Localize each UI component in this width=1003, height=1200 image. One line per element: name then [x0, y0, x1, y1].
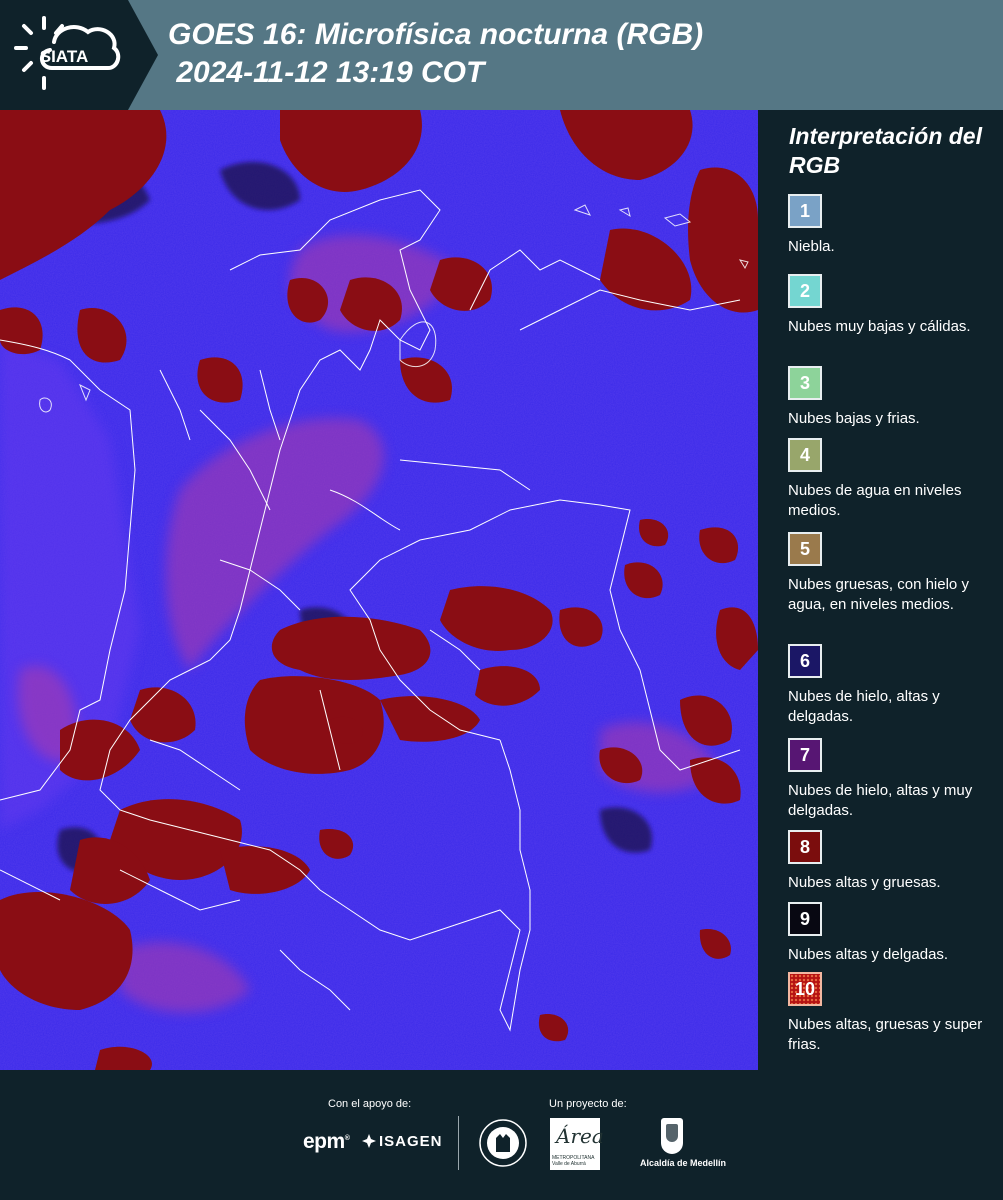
siata-sun-icon: SIATA	[14, 16, 121, 90]
legend-item-9: 9 Nubes altas y delgadas.	[788, 902, 998, 965]
legend-item-8: 8 Nubes altas y gruesas.	[788, 830, 998, 893]
legend-item-label: Nubes altas y gruesas.	[788, 874, 941, 891]
map-frame	[758, 110, 776, 1070]
page-title: GOES 16: Microfísica nocturna (RGB) 2024…	[168, 16, 703, 92]
legend-item-label: Nubes altas, gruesas y super frias.	[788, 1016, 983, 1053]
legend-item-label: Nubes gruesas, con hielo y agua, en nive…	[788, 576, 969, 613]
legend-swatch: 9	[788, 902, 822, 936]
legend-swatch: 4	[788, 438, 822, 472]
legend-item-label: Nubes de hielo, altas y muy delgadas.	[788, 782, 973, 819]
legend-item-label: Niebla.	[788, 238, 835, 255]
legend-item-1: 1 Niebla.	[788, 194, 998, 257]
legend-swatch: 2	[788, 274, 822, 308]
legend-swatch: 6	[788, 644, 822, 678]
legend-item-4: 4 Nubes de agua en niveles medios.	[788, 438, 998, 521]
svg-text:SIATA: SIATA	[40, 47, 88, 66]
title-line-1: GOES 16: Microfísica nocturna (RGB)	[168, 18, 704, 51]
footer-divider	[458, 1116, 459, 1170]
legend-item-3: 3 Nubes bajas y frias.	[788, 366, 998, 429]
medellin-crest-icon	[661, 1118, 683, 1154]
isagen-mark-icon	[362, 1134, 376, 1148]
legend-swatch: 8	[788, 830, 822, 864]
alcaldia-medellin-logo: Alcaldía de Medellín	[640, 1118, 727, 1168]
legend-item-label: Nubes de hielo, altas y delgadas.	[788, 688, 940, 725]
isagen-logo: ISAGEN	[361, 1133, 443, 1150]
rgb-composite-map	[0, 110, 758, 1070]
support-label: Con el apoyo de:	[328, 1098, 412, 1110]
title-line-2: 2024-11-12 13:19 COT	[168, 56, 485, 89]
legend-item-label: Nubes de agua en niveles medios.	[788, 482, 962, 519]
header-bar: SIATA GOES 16: Microfísica nocturna (RGB…	[0, 0, 1003, 110]
legend-item-5: 5 Nubes gruesas, con hielo y agua, en ni…	[788, 532, 998, 615]
legend-swatch: 10	[788, 972, 822, 1006]
legend-item-10: 10 Nubes altas, gruesas y super frias.	[788, 972, 998, 1055]
legend-swatch: 5	[788, 532, 822, 566]
area-logo-subtitle: METROPOLITANA Valle de Aburrá	[552, 1155, 595, 1167]
legend-title: Interpretación del RGB	[789, 123, 982, 178]
epm-logo-text: epm	[303, 1130, 345, 1153]
university-seal-icon	[479, 1119, 527, 1167]
epm-logo: epm®	[303, 1130, 350, 1153]
legend-item-label: Nubes muy bajas y cálidas.	[788, 318, 971, 335]
siata-logo: SIATA	[0, 0, 158, 110]
legend-panel: Interpretación del RGB 1 Niebla. 2 Nubes…	[776, 110, 1003, 1070]
isagen-logo-text: ISAGEN	[379, 1133, 443, 1150]
project-label: Un proyecto de:	[549, 1098, 627, 1110]
legend-swatch: 7	[788, 738, 822, 772]
footer: Con el apoyo de: Un proyecto de: epm® IS…	[0, 1070, 1003, 1200]
area-metropolitana-logo: Área METROPOLITANA Valle de Aburrá	[550, 1118, 604, 1170]
legend-item-2: 2 Nubes muy bajas y cálidas.	[788, 274, 998, 337]
alcaldia-name: Alcaldía de Medellín	[640, 1158, 727, 1168]
legend-swatch: 1	[788, 194, 822, 228]
legend-item-label: Nubes bajas y frias.	[788, 410, 920, 427]
legend-item-label: Nubes altas y delgadas.	[788, 946, 949, 963]
area-logo-script: Área	[556, 1124, 604, 1148]
legend-swatch: 3	[788, 366, 822, 400]
legend-item-7: 7 Nubes de hielo, altas y muy delgadas.	[788, 738, 998, 821]
legend-item-6: 6 Nubes de hielo, altas y delgadas.	[788, 644, 998, 727]
satellite-image	[0, 110, 758, 1070]
